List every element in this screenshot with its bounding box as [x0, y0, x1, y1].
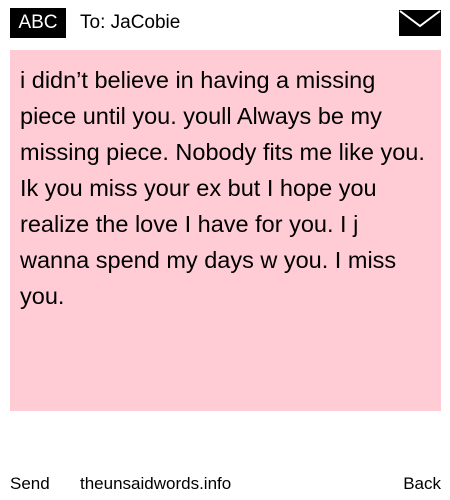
envelope-icon[interactable]	[399, 10, 441, 36]
site-watermark: theunsaidwords.info	[80, 474, 232, 493]
recipient-label: To: JaCobie	[80, 12, 181, 33]
back-button[interactable]: Back	[403, 474, 441, 494]
message-text: i didn’t believe in having a missing pie…	[20, 67, 425, 309]
message-header: ABC To: JaCobie	[0, 0, 450, 44]
send-button[interactable]: Send	[10, 474, 50, 494]
envelope-icon-graphic	[399, 10, 441, 36]
input-mode-badge[interactable]: ABC	[10, 8, 66, 38]
message-body-box[interactable]: i didn’t believe in having a missing pie…	[10, 50, 441, 411]
